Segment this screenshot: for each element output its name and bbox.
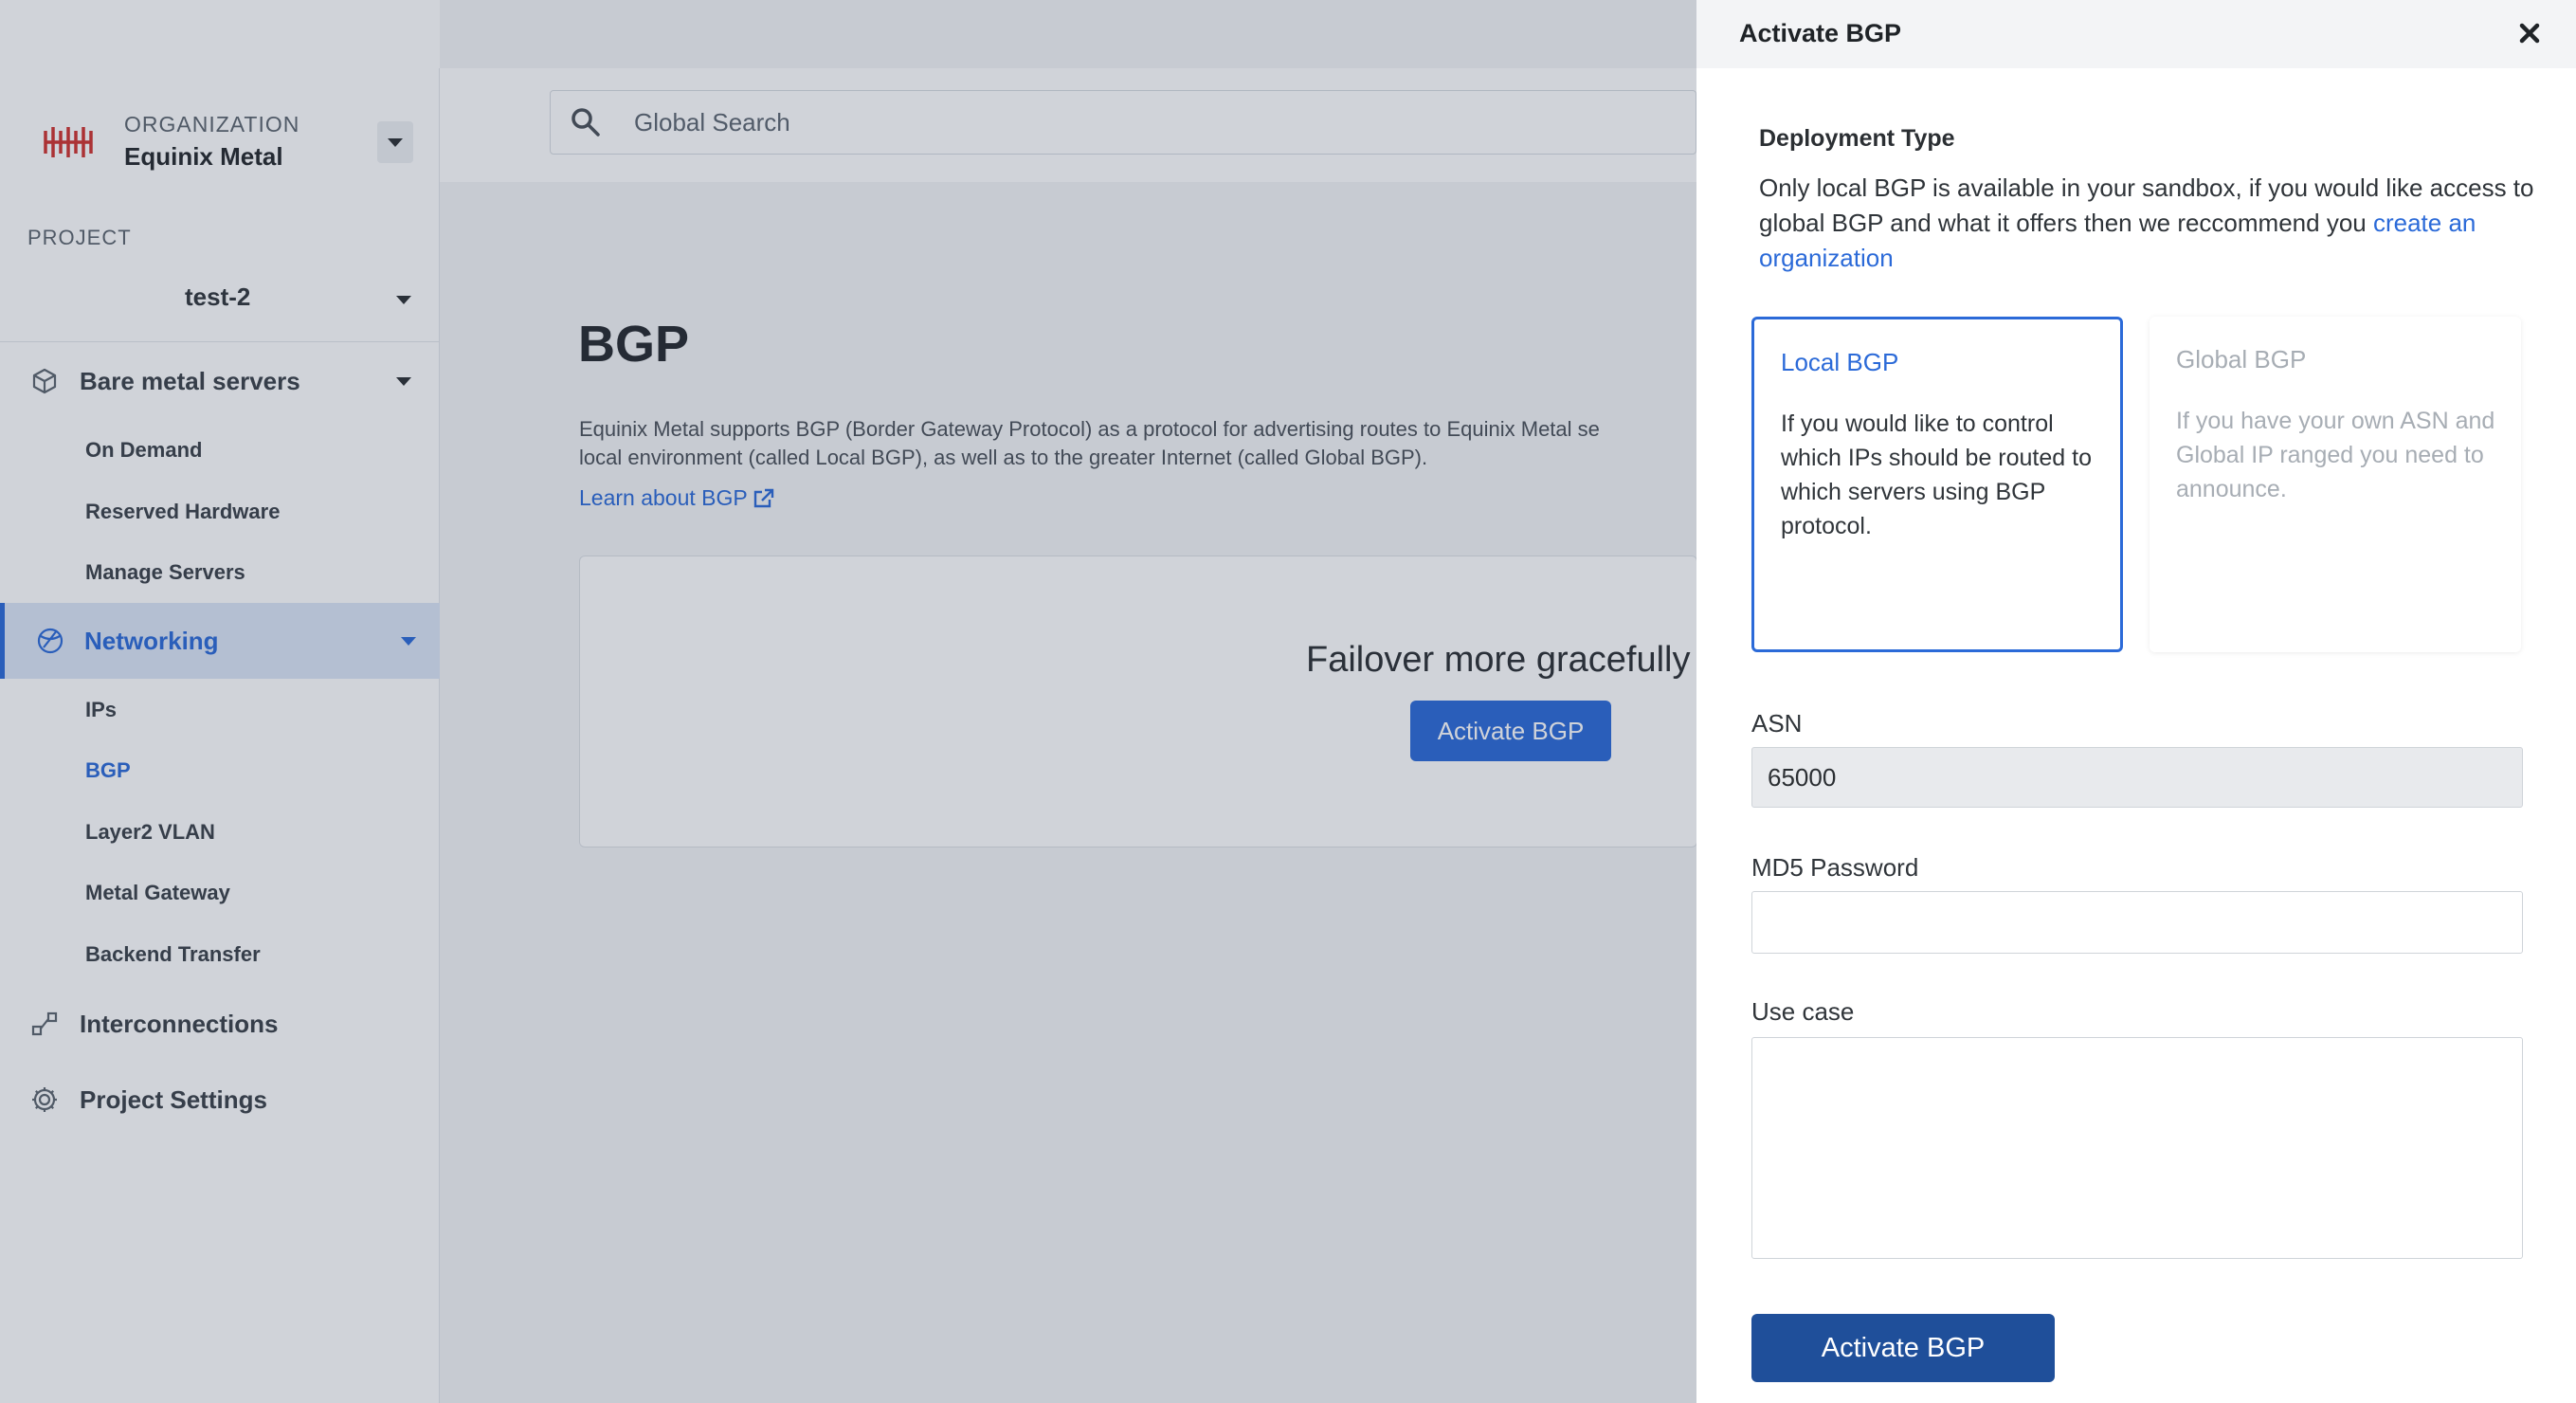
close-icon[interactable] (2513, 17, 2546, 49)
option-description: If you would like to control which IPs s… (1781, 410, 2092, 539)
global-bgp-option: Global BGP If you have your own ASN and … (2150, 317, 2521, 652)
deployment-type-title: Deployment Type (1759, 125, 1955, 152)
use-case-field[interactable] (1751, 1037, 2523, 1259)
option-title: Local BGP (1781, 348, 1899, 376)
activate-bgp-submit-button[interactable]: Activate BGP (1751, 1314, 2055, 1382)
activate-bgp-drawer: Activate BGP Deployment Type Only local … (1696, 0, 2576, 1403)
use-case-label: Use case (1751, 997, 1855, 1026)
asn-label: ASN (1751, 709, 1803, 738)
modal-backdrop[interactable] (0, 0, 1696, 1403)
option-description: If you have your own ASN and Global IP r… (2176, 408, 2495, 502)
asn-field (1751, 747, 2523, 808)
option-title: Global BGP (2176, 345, 2307, 374)
deployment-description: Only local BGP is available in your sand… (1759, 171, 2536, 276)
drawer-title: Activate BGP (1739, 19, 1902, 47)
drawer-header: Activate BGP (1696, 0, 2576, 68)
md5-password-field[interactable] (1751, 891, 2523, 954)
local-bgp-option[interactable]: Local BGP If you would like to control w… (1751, 317, 2123, 652)
md5-password-label: MD5 Password (1751, 853, 1919, 882)
